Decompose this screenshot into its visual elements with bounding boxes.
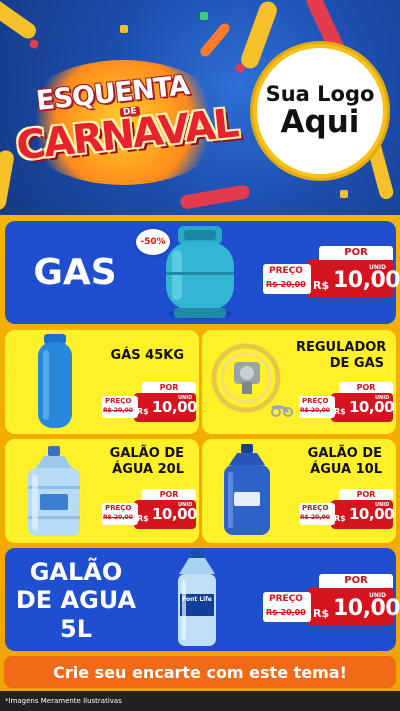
confetti-decoration bbox=[200, 12, 208, 20]
product-price-tag: POR PREÇO R$ 20,00 R$ 10,00 UNID bbox=[299, 489, 394, 531]
streamer-decoration bbox=[0, 0, 40, 42]
water-jug-20l-image bbox=[28, 446, 80, 536]
featured-title: GAS bbox=[33, 252, 117, 293]
price-preco-label: PREÇO bbox=[105, 504, 132, 512]
logo-placeholder-line-2: Aqui bbox=[280, 103, 360, 140]
bottom-featured-title: GALÃO DE AGUA 5L bbox=[15, 558, 137, 643]
price-old-value: R$ 20,00 bbox=[300, 514, 330, 521]
header-banner: ESQUENTA DE CARNAVAL Sua Logo Aqui bbox=[0, 0, 400, 215]
price-unit: UNID bbox=[369, 264, 387, 271]
product-price-tag: POR PREÇO R$ 20,00 R$ 10,00 UNID bbox=[299, 382, 394, 424]
price-old-value: R$ 20,00 bbox=[103, 407, 133, 414]
price-currency: R$ bbox=[313, 279, 330, 292]
price-por-label: POR bbox=[339, 382, 393, 393]
price-currency: R$ bbox=[137, 407, 149, 416]
gas-45kg-cylinder-image bbox=[38, 334, 72, 428]
price-por-label: POR bbox=[142, 382, 196, 393]
price-unit: UNID bbox=[375, 502, 390, 508]
price-preco-label: PREÇO bbox=[302, 504, 329, 512]
cta-banner[interactable]: Crie seu encarte com este tema! bbox=[4, 656, 396, 688]
price-old-value: R$ 20,00 bbox=[300, 407, 330, 414]
product-title: REGULADOR DE GAS bbox=[296, 340, 387, 371]
footer-disclaimer: *Imagens Meramente Ilustrativas bbox=[0, 691, 400, 711]
discount-badge: -50% bbox=[136, 229, 170, 255]
gas-regulator-image bbox=[211, 343, 293, 417]
flyer-page: ESQUENTA DE CARNAVAL Sua Logo Aqui GAS -… bbox=[0, 0, 400, 711]
streamer-decoration bbox=[238, 0, 280, 71]
product-price-tag: POR PREÇO R$ 20,00 R$ 10,00 UNID bbox=[102, 489, 197, 531]
price-por-label: POR bbox=[319, 574, 393, 588]
streamer-decoration bbox=[179, 184, 251, 210]
price-preco-label: PREÇO bbox=[269, 594, 303, 604]
water-jug-10l-image bbox=[224, 444, 270, 535]
featured-price-tag: POR PREÇO R$ 20,00 R$ 10,00 UNID bbox=[263, 246, 400, 302]
price-por-label: POR bbox=[142, 489, 196, 500]
price-unit: UNID bbox=[369, 592, 387, 599]
price-currency: R$ bbox=[334, 514, 346, 523]
price-currency: R$ bbox=[313, 607, 330, 620]
streamer-decoration bbox=[198, 21, 232, 59]
product-title: GÁS 45KG bbox=[110, 348, 184, 363]
price-por-label: POR bbox=[339, 489, 393, 500]
price-currency: R$ bbox=[334, 407, 346, 416]
price-old-value: R$ 20,00 bbox=[266, 608, 306, 617]
price-old-value: R$ 20,00 bbox=[266, 280, 306, 289]
product-title: GALÃO DE ÁGUA 10L bbox=[307, 446, 382, 477]
price-unit: UNID bbox=[178, 502, 193, 508]
confetti-decoration bbox=[120, 25, 128, 33]
price-old-value: R$ 20,00 bbox=[103, 514, 133, 521]
confetti-decoration bbox=[340, 190, 348, 198]
price-unit: UNID bbox=[375, 395, 390, 401]
price-preco-label: PREÇO bbox=[302, 397, 329, 405]
price-preco-label: PREÇO bbox=[269, 266, 303, 276]
gas-cylinder-image bbox=[166, 226, 234, 319]
product-price-tag: POR PREÇO R$ 20,00 R$ 10,00 UNID bbox=[102, 382, 197, 424]
bottle-label-text: Font Life bbox=[182, 596, 212, 603]
product-title: GALÃO DE ÁGUA 20L bbox=[109, 446, 184, 477]
logo-placeholder-line-1: Sua Logo bbox=[265, 81, 375, 106]
bottom-price-tag: POR PREÇO R$ 20,00 R$ 10,00 UNID bbox=[263, 574, 400, 630]
price-preco-label: PREÇO bbox=[105, 397, 132, 405]
price-value: 10,00 bbox=[333, 268, 400, 293]
price-por-label: POR bbox=[319, 246, 393, 260]
logo-placeholder: Sua Logo Aqui bbox=[253, 44, 387, 178]
campaign-logo: ESQUENTA DE CARNAVAL bbox=[8, 60, 239, 185]
price-unit: UNID bbox=[178, 395, 193, 401]
confetti-decoration bbox=[28, 38, 40, 50]
price-value: 10,00 bbox=[333, 596, 400, 621]
price-currency: R$ bbox=[137, 514, 149, 523]
